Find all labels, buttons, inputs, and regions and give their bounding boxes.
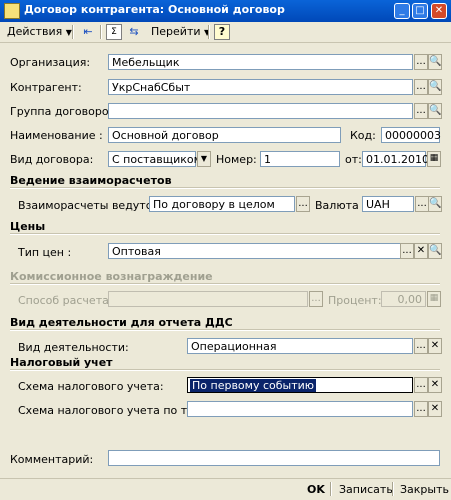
tax-scheme-tare-field[interactable]	[187, 401, 413, 417]
window-title: Договор контрагента: Основной договор	[24, 3, 285, 16]
name-field[interactable]: Основной договор	[108, 127, 341, 143]
structure-icon[interactable]: Σ	[106, 24, 122, 40]
search-icon[interactable]: 🔍	[428, 54, 442, 70]
tax-scheme-label: Схема налогового учета:	[18, 380, 164, 393]
number-field[interactable]: 1	[260, 151, 340, 167]
currency-select-button[interactable]: ...	[415, 196, 429, 212]
section-divider	[10, 233, 440, 235]
maximize-button[interactable]: □	[412, 3, 428, 19]
search-icon[interactable]: 🔍	[428, 243, 442, 259]
price-type-label: Тип цен :	[18, 246, 72, 259]
save-button[interactable]: Записать	[339, 482, 393, 498]
currency-label: Валюта :	[315, 199, 366, 212]
settlements-section-title: Ведение взаиморасчетов	[10, 174, 172, 187]
organization-field[interactable]: Мебельщик	[108, 54, 413, 70]
number-label: Номер:	[216, 153, 257, 166]
section-divider	[10, 187, 440, 189]
calculator-icon: ▦	[427, 291, 441, 307]
actions-menu[interactable]: Действия ▼	[4, 23, 75, 40]
minimize-button[interactable]: _	[394, 3, 410, 19]
search-icon[interactable]: 🔍	[428, 103, 442, 119]
tax-scheme-field[interactable]: По первому событию	[187, 377, 413, 393]
name-label: Наименование :	[10, 129, 103, 142]
clear-icon[interactable]: ✕	[428, 401, 442, 417]
back-arrow-icon[interactable]: ⇤	[80, 24, 96, 40]
document-arrow-icon[interactable]: ⇆	[126, 24, 142, 40]
tax-section-title: Налоговый учет	[10, 356, 113, 369]
section-divider	[10, 329, 440, 331]
activity-label: Вид деятельности:	[18, 341, 129, 354]
calendar-icon[interactable]: ▦	[427, 151, 441, 167]
date-label: от:	[345, 153, 362, 166]
section-divider	[10, 369, 440, 371]
close-window-button[interactable]: ✕	[431, 3, 447, 19]
price-type-select-button[interactable]: ...	[400, 243, 414, 259]
search-icon[interactable]: 🔍	[428, 79, 442, 95]
counterparty-label: Контрагент:	[10, 81, 82, 94]
chevron-down-icon[interactable]: ▼	[197, 151, 211, 167]
activity-select-button[interactable]: ...	[414, 338, 428, 354]
ok-button[interactable]: OK	[307, 482, 325, 498]
percent-label: Процент:	[328, 294, 382, 307]
help-icon[interactable]: ?	[214, 24, 230, 40]
calc-method-field	[108, 291, 308, 307]
counterparty-field[interactable]: УкрСнабСбыт	[108, 79, 413, 95]
clear-icon[interactable]: ✕	[414, 243, 428, 259]
toolbar-divider	[72, 25, 74, 39]
goto-menu[interactable]: Перейти ▼	[148, 23, 213, 40]
close-button[interactable]: Закрыть	[400, 482, 449, 498]
contract-kind-label: Вид договора:	[10, 153, 94, 166]
date-field[interactable]: 01.01.2010	[362, 151, 429, 167]
footer-divider	[330, 482, 332, 496]
calc-method-select-button: ...	[309, 291, 323, 307]
comment-label: Комментарий:	[10, 453, 94, 466]
settlements-mode-label: Взаиморасчеты ведутся:	[18, 199, 163, 212]
cashflow-section-title: Вид деятельности для отчета ДДС	[10, 316, 233, 329]
toolbar-divider	[208, 25, 210, 39]
section-divider	[10, 283, 440, 285]
actions-menu-label: Действия	[7, 25, 63, 38]
contract-group-label: Группа договоров:	[10, 105, 119, 118]
goto-menu-label: Перейти	[151, 25, 201, 38]
footer-divider	[392, 482, 394, 496]
toolbar: Действия ▼ ⇤ Σ ⇆ Перейти ▼ ?	[0, 22, 451, 43]
search-icon[interactable]: 🔍	[428, 196, 442, 212]
chevron-down-icon: ▼	[65, 28, 72, 37]
contract-kind-select[interactable]: С поставщиком	[108, 151, 202, 167]
price-type-field[interactable]: Оптовая	[108, 243, 413, 259]
app-icon	[4, 3, 20, 19]
organization-label: Организация:	[10, 56, 91, 69]
contract-group-field[interactable]	[108, 103, 413, 119]
commission-section-title: Комиссионное вознаграждение	[10, 270, 213, 283]
tax-scheme-tare-label: Схема налогового учета по таре:	[18, 404, 212, 417]
currency-field[interactable]: UAH	[362, 196, 414, 212]
prices-section-title: Цены	[10, 220, 46, 233]
footer-bar: OK Записать Закрыть	[0, 478, 451, 500]
organization-select-button[interactable]: ...	[414, 54, 428, 70]
activity-field[interactable]: Операционная	[187, 338, 413, 354]
tax-scheme-select-button[interactable]: ...	[414, 377, 428, 393]
title-bar: Договор контрагента: Основной договор _ …	[0, 0, 451, 22]
percent-field: 0,00	[381, 291, 426, 307]
comment-field[interactable]	[108, 450, 440, 466]
settlements-mode-field[interactable]: По договору в целом	[149, 196, 295, 212]
toolbar-divider	[100, 25, 102, 39]
counterparty-select-button[interactable]: ...	[414, 79, 428, 95]
calc-method-label: Способ расчета:	[18, 294, 113, 307]
settlements-mode-select-button[interactable]: ...	[296, 196, 310, 212]
code-field[interactable]: 00000003	[381, 127, 441, 143]
contract-group-select-button[interactable]: ...	[414, 103, 428, 119]
clear-icon[interactable]: ✕	[428, 377, 442, 393]
tax-scheme-tare-select-button[interactable]: ...	[414, 401, 428, 417]
clear-icon[interactable]: ✕	[428, 338, 442, 354]
code-label: Код:	[350, 129, 376, 142]
